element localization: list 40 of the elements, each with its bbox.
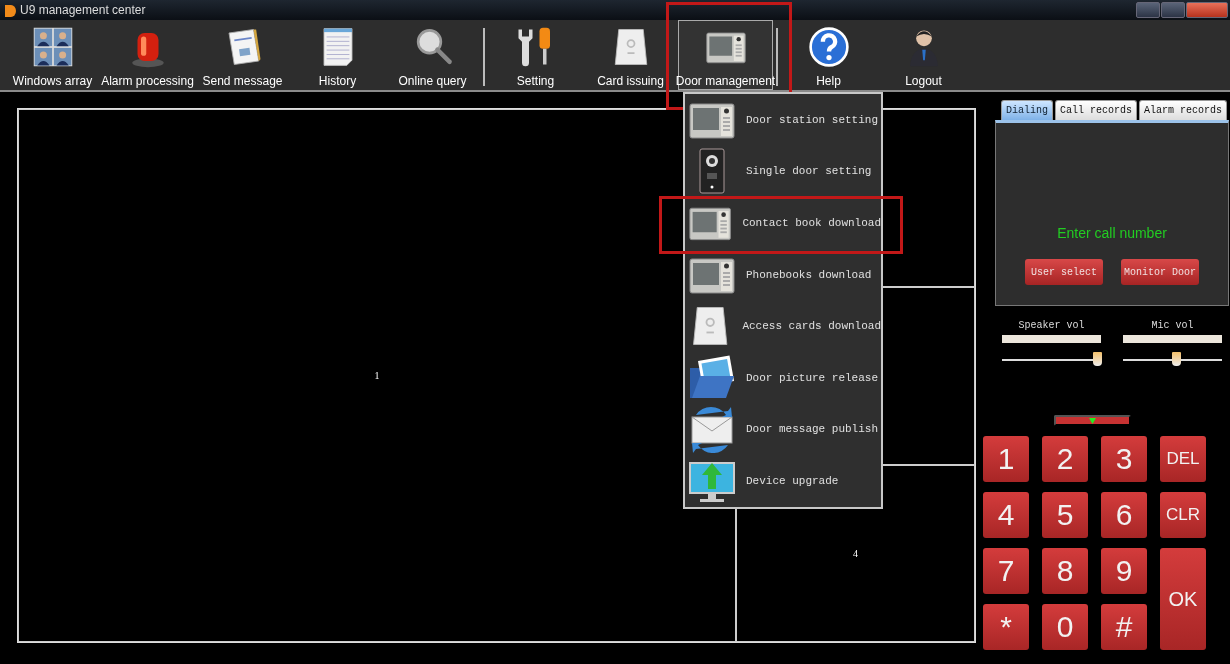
call-prompt: Enter call number <box>1057 225 1167 241</box>
app-logo-icon <box>4 3 16 17</box>
slider-thumb[interactable] <box>1093 352 1102 366</box>
keypad-key[interactable]: 2 <box>1042 436 1088 482</box>
keypad-key[interactable]: # <box>1101 604 1147 650</box>
toolbar-button[interactable]: Setting <box>488 20 583 90</box>
cell-number: 4 <box>853 548 858 559</box>
toolbar-button[interactable]: Logout <box>876 20 971 90</box>
keypad-key[interactable]: 3 <box>1101 436 1147 482</box>
action-button[interactable]: Monitor Door <box>1121 259 1199 285</box>
action-button[interactable]: User select <box>1025 259 1103 285</box>
volume-label: Mic vol <box>1151 320 1194 331</box>
tab[interactable]: Alarm records <box>1139 100 1228 120</box>
keypad-key[interactable]: 4 <box>983 492 1029 538</box>
caret-icon <box>1089 417 1096 424</box>
keypad-key[interactable]: OK <box>1160 548 1206 650</box>
toolbar-button[interactable]: Online query <box>385 20 480 90</box>
keypad-key[interactable]: CLR <box>1160 492 1206 538</box>
keypad-key[interactable]: 8 <box>1042 548 1088 594</box>
keypad-key[interactable]: 7 <box>983 548 1029 594</box>
keypad-key[interactable]: 6 <box>1101 492 1147 538</box>
volume-label: Speaker vol <box>1018 320 1085 331</box>
tab[interactable]: Dialing <box>1001 100 1053 120</box>
slider-thumb[interactable] <box>1172 352 1182 366</box>
toolbar-button[interactable]: Help <box>781 20 876 90</box>
keypad-key[interactable]: 0 <box>1042 604 1088 650</box>
toolbar-button[interactable]: History <box>290 20 385 90</box>
keypad-key[interactable]: 9 <box>1101 548 1147 594</box>
keypad-key[interactable]: * <box>983 604 1029 650</box>
tab[interactable]: Call records <box>1055 100 1138 120</box>
keypad-key[interactable]: 1 <box>983 436 1029 482</box>
collapse-button[interactable] <box>1054 415 1131 426</box>
keypad-key[interactable]: 5 <box>1042 492 1088 538</box>
keypad-key[interactable]: DEL <box>1160 436 1206 482</box>
envelope-sync-icon <box>688 405 736 454</box>
toolbar-button[interactable]: Windows array <box>5 20 100 90</box>
window-title: U9 management center <box>20 3 147 17</box>
cell-number: 1 <box>374 370 380 381</box>
toolbar-button[interactable]: Alarm processing <box>100 20 195 90</box>
toolbar-button[interactable]: Send message <box>195 20 290 90</box>
